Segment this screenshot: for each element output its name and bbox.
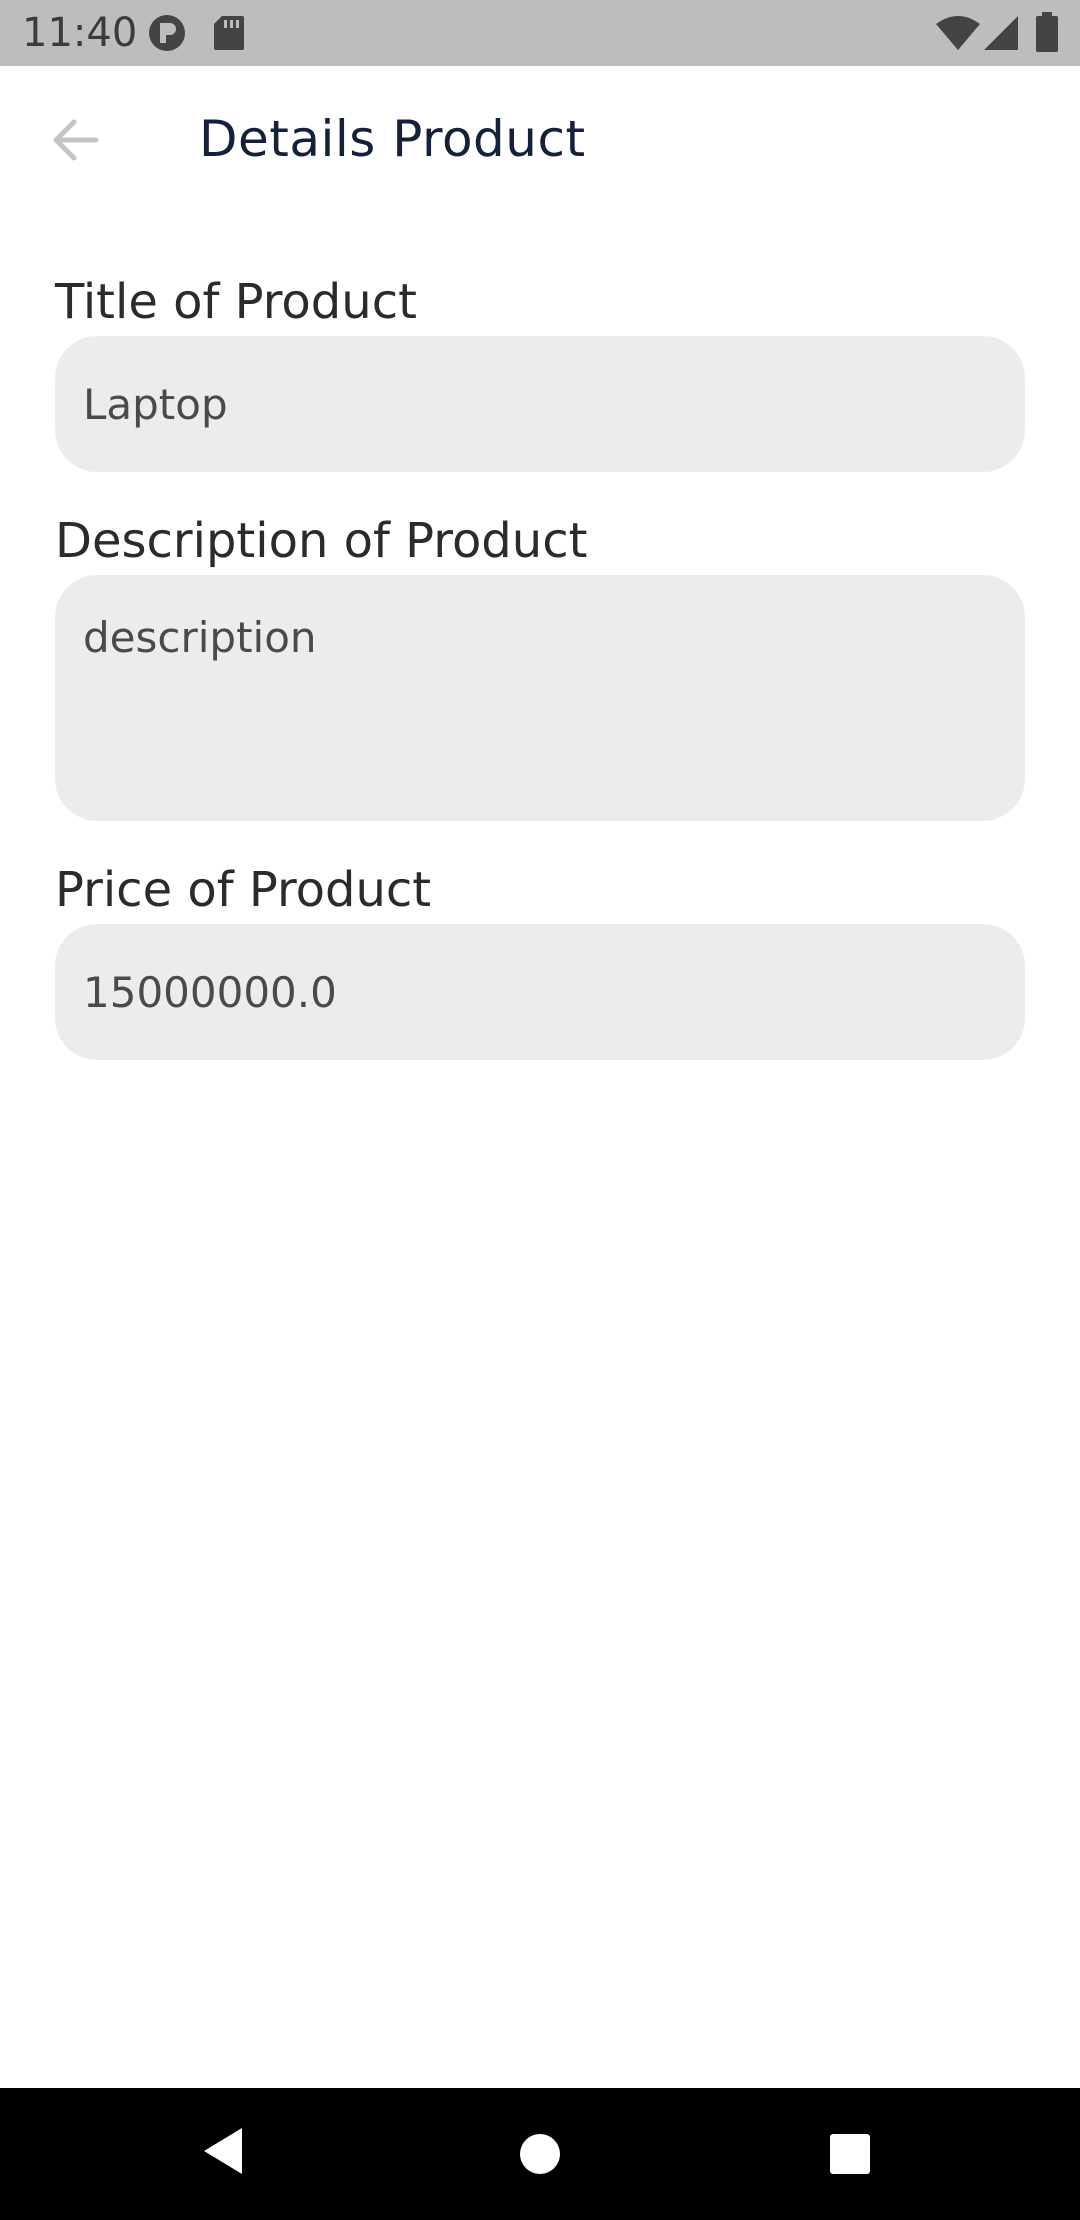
- signal-icon: [984, 16, 1018, 55]
- price-input-value: 15000000.0: [83, 967, 337, 1017]
- title-input-value: Laptop: [83, 379, 228, 429]
- nav-home-button[interactable]: [518, 2132, 562, 2181]
- status-bar: 11:40: [0, 0, 1080, 66]
- circle-p-icon: [148, 14, 186, 57]
- sd-card-icon: [214, 16, 244, 55]
- back-triangle-icon: [200, 2128, 246, 2180]
- description-input-value: description: [83, 613, 317, 662]
- description-input[interactable]: description: [55, 575, 1025, 821]
- app-bar: Details Product: [0, 66, 1080, 218]
- price-input[interactable]: 15000000.0: [55, 924, 1025, 1060]
- wifi-icon: [936, 16, 980, 55]
- page-title: Details Product: [199, 110, 586, 168]
- system-nav-bar: [0, 2088, 1080, 2220]
- nav-recents-button[interactable]: [829, 2133, 871, 2180]
- price-label: Price of Product: [55, 862, 432, 918]
- arrow-left-icon: [52, 118, 100, 167]
- recents-square-icon: [829, 2134, 871, 2179]
- status-time: 11:40: [22, 10, 138, 56]
- back-button[interactable]: [40, 112, 112, 172]
- nav-back-button[interactable]: [200, 2126, 246, 2181]
- battery-icon: [1036, 12, 1058, 57]
- title-label: Title of Product: [55, 274, 417, 330]
- home-circle-icon: [518, 2134, 562, 2180]
- title-input[interactable]: Laptop: [55, 336, 1025, 472]
- description-label: Description of Product: [55, 513, 588, 569]
